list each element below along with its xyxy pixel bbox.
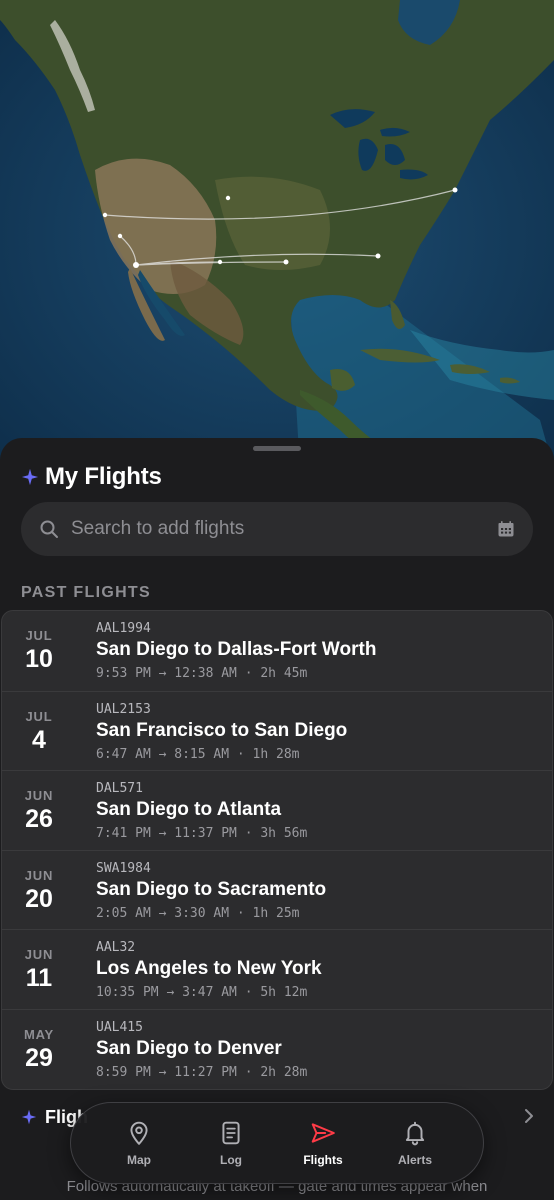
flight-code: UAL415 — [96, 1019, 143, 1035]
tab-bar: Map Log Flights Alerts — [70, 1102, 484, 1184]
tab-log-label: Log — [220, 1152, 242, 1167]
flight-day: 10 — [25, 645, 53, 673]
paper-plane-icon — [311, 1122, 335, 1143]
flight-route: Los Angeles to New York — [96, 958, 322, 980]
flight-route: San Diego to Denver — [96, 1037, 282, 1059]
flight-month: JUL — [25, 708, 53, 724]
search-input[interactable] — [71, 518, 497, 540]
flight-times: 6:47 AM → 8:15 AM · 1h 28m — [96, 746, 300, 762]
calendar-icon[interactable] — [497, 520, 515, 538]
flight-month: JUN — [24, 788, 54, 804]
flight-times: 10:35 PM → 3:47 AM · 5h 12m — [96, 985, 308, 1001]
bell-icon — [405, 1121, 425, 1145]
past-flights-list: JUL 10 AAL1994 San Diego to Dallas-Fort … — [1, 610, 553, 1090]
flight-route: San Diego to Dallas-Fort Worth — [96, 639, 377, 660]
flight-code: AAL32 — [96, 940, 136, 956]
route-map[interactable] — [0, 0, 554, 470]
flight-day: 26 — [25, 805, 53, 834]
sparkle-icon — [21, 468, 39, 486]
section-label-past-flights: PAST FLIGHTS — [21, 584, 151, 601]
flight-month: JUN — [24, 867, 54, 883]
flight-day: 29 — [25, 1043, 53, 1072]
flight-route: San Diego to Atlanta — [96, 799, 282, 821]
flight-code: DAL571 — [96, 781, 143, 797]
flight-row[interactable]: JUN 20 SWA1984 San Diego to Sacramento 2… — [2, 849, 552, 930]
flight-month: JUL — [25, 628, 53, 643]
flight-row[interactable]: JUL 4 UAL2153 San Francisco to San Diego… — [2, 690, 552, 771]
flight-day: 4 — [32, 725, 46, 754]
tab-map-label: Map — [127, 1152, 151, 1167]
page-title: My Flights — [45, 463, 162, 490]
flight-row[interactable]: JUL 10 AAL1994 San Diego to Dallas-Fort … — [2, 611, 552, 691]
flight-day: 11 — [25, 964, 53, 993]
flight-route: San Francisco to San Diego — [96, 719, 348, 741]
flight-times: 9:53 PM → 12:38 AM · 2h 45m — [96, 666, 308, 681]
flight-code: AAL1994 — [96, 621, 151, 636]
flight-month: MAY — [23, 1026, 55, 1042]
tab-alerts[interactable]: Alerts — [372, 1120, 458, 1167]
map-pin-icon — [130, 1121, 148, 1145]
chevron-right-icon — [525, 1109, 533, 1123]
flight-times: 8:59 PM → 11:27 PM · 2h 28m — [96, 1064, 308, 1080]
flight-code: SWA1984 — [96, 860, 151, 876]
tab-flights[interactable]: Flights — [280, 1120, 366, 1167]
document-icon — [222, 1121, 240, 1144]
flights-sheet: My Flights PAST FLIGHTS JUL 10 AAL1994 S… — [0, 438, 554, 1200]
flight-times: 7:41 PM → 11:37 PM · 3h 56m — [96, 826, 308, 842]
flight-route: San Diego to Sacramento — [96, 878, 327, 900]
tab-flights-label: Flights — [303, 1152, 343, 1167]
tab-log[interactable]: Log — [188, 1120, 274, 1167]
flight-month: JUN — [24, 947, 54, 963]
sheet-header: My Flights — [21, 462, 162, 492]
tab-map[interactable]: Map — [96, 1120, 182, 1167]
flight-row[interactable]: MAY 29 UAL415 San Diego to Denver 8:59 P… — [2, 1008, 552, 1089]
flight-day: 20 — [25, 884, 53, 913]
sheet-grabber[interactable] — [253, 446, 301, 451]
search-bar[interactable] — [21, 502, 533, 556]
flight-row[interactable]: JUN 26 DAL571 San Diego to Atlanta 7:41 … — [2, 770, 552, 850]
sparkle-icon — [21, 1109, 37, 1125]
search-icon — [40, 520, 58, 538]
flight-row[interactable]: JUN 11 AAL32 Los Angeles to New York 10:… — [2, 929, 552, 1009]
tab-alerts-label: Alerts — [397, 1152, 432, 1167]
flight-code: UAL2153 — [96, 701, 151, 717]
flight-times: 2:05 AM → 3:30 AM · 1h 25m — [96, 905, 300, 921]
